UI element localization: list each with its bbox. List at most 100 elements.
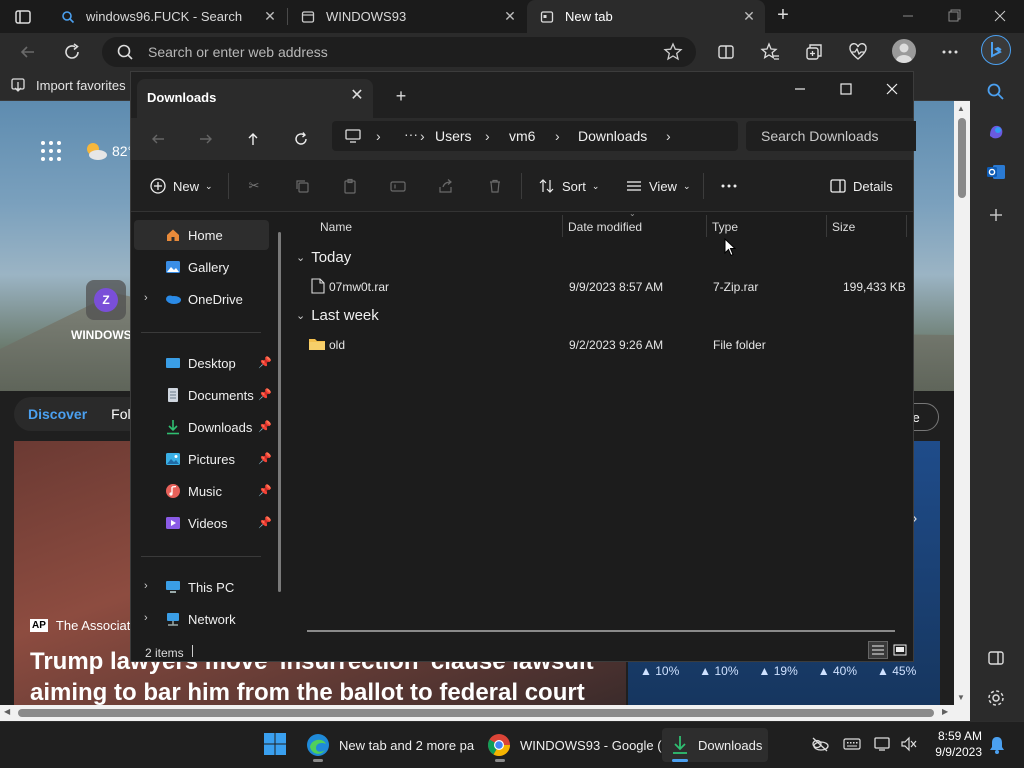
- maximize-icon[interactable]: [823, 74, 869, 104]
- column-divider[interactable]: [906, 215, 907, 237]
- import-favorites-button[interactable]: Import favorites: [10, 74, 126, 96]
- chevron-right-icon[interactable]: ›: [376, 128, 381, 144]
- new-button[interactable]: New ⌄: [149, 173, 213, 199]
- new-tab-button[interactable]: +: [391, 86, 411, 106]
- sidebar-item-this-pc[interactable]: › This PC: [134, 572, 269, 602]
- close-tab-icon[interactable]: ✕: [262, 8, 278, 24]
- this-pc-icon[interactable]: [344, 127, 362, 145]
- chevron-right-icon[interactable]: ›: [144, 580, 148, 592]
- favorite-star-icon[interactable]: [663, 42, 683, 62]
- breadcrumb-vm6[interactable]: vm6: [509, 128, 535, 144]
- address-input[interactable]: [148, 43, 628, 61]
- tab-search[interactable]: windows96.FUCK - Search ✕: [48, 0, 286, 33]
- chevron-right-icon[interactable]: ›: [555, 128, 560, 144]
- scroll-down-arrow-icon[interactable]: ▼: [957, 693, 965, 702]
- feed-tab-discover[interactable]: Discover: [28, 406, 87, 422]
- close-tab-icon[interactable]: ✕: [502, 8, 518, 24]
- close-window-icon[interactable]: [990, 8, 1010, 24]
- share-button[interactable]: [436, 173, 456, 199]
- split-screen-icon[interactable]: [716, 42, 736, 62]
- notification-bell-icon[interactable]: [988, 735, 1006, 755]
- chevron-right-icon[interactable]: ›: [666, 128, 671, 144]
- back-icon[interactable]: [18, 42, 38, 62]
- tab-actions-icon[interactable]: [14, 8, 32, 26]
- volume-muted-icon[interactable]: [900, 736, 918, 752]
- chevron-right-icon[interactable]: ›: [485, 128, 490, 144]
- sidebar-item-downloads[interactable]: Downloads 📌: [134, 412, 272, 442]
- more-options-icon[interactable]: [940, 42, 960, 62]
- sidebar-item-music[interactable]: Music 📌: [134, 476, 272, 506]
- sidebar-item-pictures[interactable]: Pictures 📌: [134, 444, 272, 474]
- collections-icon[interactable]: [804, 42, 824, 62]
- navigation-pane-scrollbar[interactable]: [278, 232, 281, 592]
- sidebar-item-onedrive[interactable]: › OneDrive: [134, 284, 269, 314]
- sidebar-item-network[interactable]: › Network: [134, 604, 269, 634]
- minimize-icon[interactable]: [777, 74, 823, 104]
- favorites-icon[interactable]: [760, 42, 780, 62]
- onedrive-offline-icon[interactable]: [810, 736, 830, 752]
- column-divider[interactable]: [826, 215, 827, 237]
- column-header-type[interactable]: Type: [712, 220, 738, 234]
- copilot-icon[interactable]: [986, 122, 1006, 142]
- sidebar-search-icon[interactable]: [986, 82, 1006, 102]
- file-list-horizontal-scrollbar[interactable]: [307, 630, 895, 632]
- see-more-button[interactable]: [719, 173, 739, 199]
- tab-new-tab[interactable]: New tab ✕: [527, 0, 765, 33]
- taskbar-edge[interactable]: New tab and 2 more pa: [305, 728, 474, 762]
- back-icon[interactable]: [143, 124, 173, 154]
- profile-avatar[interactable]: [892, 39, 916, 63]
- scroll-right-arrow-icon[interactable]: ▶: [942, 707, 948, 716]
- copy-button[interactable]: [292, 173, 312, 199]
- close-tab-icon[interactable]: ✕: [347, 86, 367, 106]
- quick-link-tile[interactable]: Z: [86, 280, 126, 320]
- chevron-right-icon[interactable]: ›: [144, 612, 148, 624]
- keyboard-icon[interactable]: [843, 737, 861, 751]
- minimize-icon[interactable]: [898, 8, 918, 24]
- chevron-right-icon[interactable]: ›: [144, 292, 148, 304]
- cut-button[interactable]: ✂: [244, 173, 264, 199]
- view-button[interactable]: View ⌄: [625, 173, 691, 199]
- page-vertical-scroll-thumb[interactable]: [958, 118, 966, 198]
- hide-sidebar-icon[interactable]: [986, 648, 1006, 668]
- refresh-icon[interactable]: [62, 42, 82, 62]
- group-header-last-week[interactable]: ⌄ Last week: [296, 307, 379, 324]
- apps-grid-icon[interactable]: [40, 140, 62, 162]
- details-pane-button[interactable]: Details: [829, 173, 893, 199]
- new-tab-button[interactable]: +: [773, 5, 793, 25]
- column-divider[interactable]: [562, 215, 563, 237]
- sidebar-item-gallery[interactable]: Gallery: [134, 252, 269, 282]
- large-icons-view-icon[interactable]: [890, 641, 910, 659]
- quick-link-label[interactable]: WINDOWS: [71, 328, 132, 342]
- sidebar-item-documents[interactable]: Documents 📌: [134, 380, 272, 410]
- refresh-icon[interactable]: [286, 124, 316, 154]
- sidebar-item-videos[interactable]: Videos 📌: [134, 508, 272, 538]
- details-view-icon[interactable]: [868, 641, 888, 659]
- chevron-right-icon[interactable]: ›: [420, 128, 425, 144]
- start-windows-icon[interactable]: [263, 732, 287, 756]
- bing-copilot-icon[interactable]: [981, 35, 1011, 65]
- up-icon[interactable]: [238, 124, 268, 154]
- close-tab-icon[interactable]: ✕: [741, 8, 757, 24]
- scroll-up-arrow-icon[interactable]: ▲: [957, 104, 965, 113]
- taskbar-file-explorer[interactable]: Downloads: [662, 728, 768, 762]
- column-header-date-modified[interactable]: Date modified: [568, 220, 642, 234]
- add-sidebar-app-icon[interactable]: [986, 205, 1006, 225]
- sort-button[interactable]: Sort ⌄: [538, 173, 599, 199]
- paste-button[interactable]: [340, 173, 360, 199]
- network-display-icon[interactable]: [874, 736, 892, 752]
- rename-button[interactable]: [388, 173, 408, 199]
- breadcrumb-users[interactable]: Users: [435, 128, 472, 144]
- weather-widget[interactable]: 82°: [84, 140, 133, 162]
- sidebar-item-home[interactable]: Home: [134, 220, 269, 250]
- breadcrumb-overflow-icon[interactable]: ···: [404, 126, 418, 142]
- forward-icon[interactable]: [191, 124, 221, 154]
- scroll-left-arrow-icon[interactable]: ◀: [4, 707, 10, 716]
- tab-windows93[interactable]: WINDOWS93 ✕: [288, 0, 526, 33]
- breadcrumb-downloads[interactable]: Downloads: [578, 128, 647, 144]
- page-horizontal-scroll-thumb[interactable]: [18, 709, 934, 717]
- clock[interactable]: 8:59 AM 9/9/2023: [918, 728, 982, 760]
- settings-gear-icon[interactable]: [986, 688, 1006, 708]
- restore-icon[interactable]: [944, 8, 964, 24]
- column-divider[interactable]: [706, 215, 707, 237]
- column-header-name[interactable]: Name: [320, 220, 352, 234]
